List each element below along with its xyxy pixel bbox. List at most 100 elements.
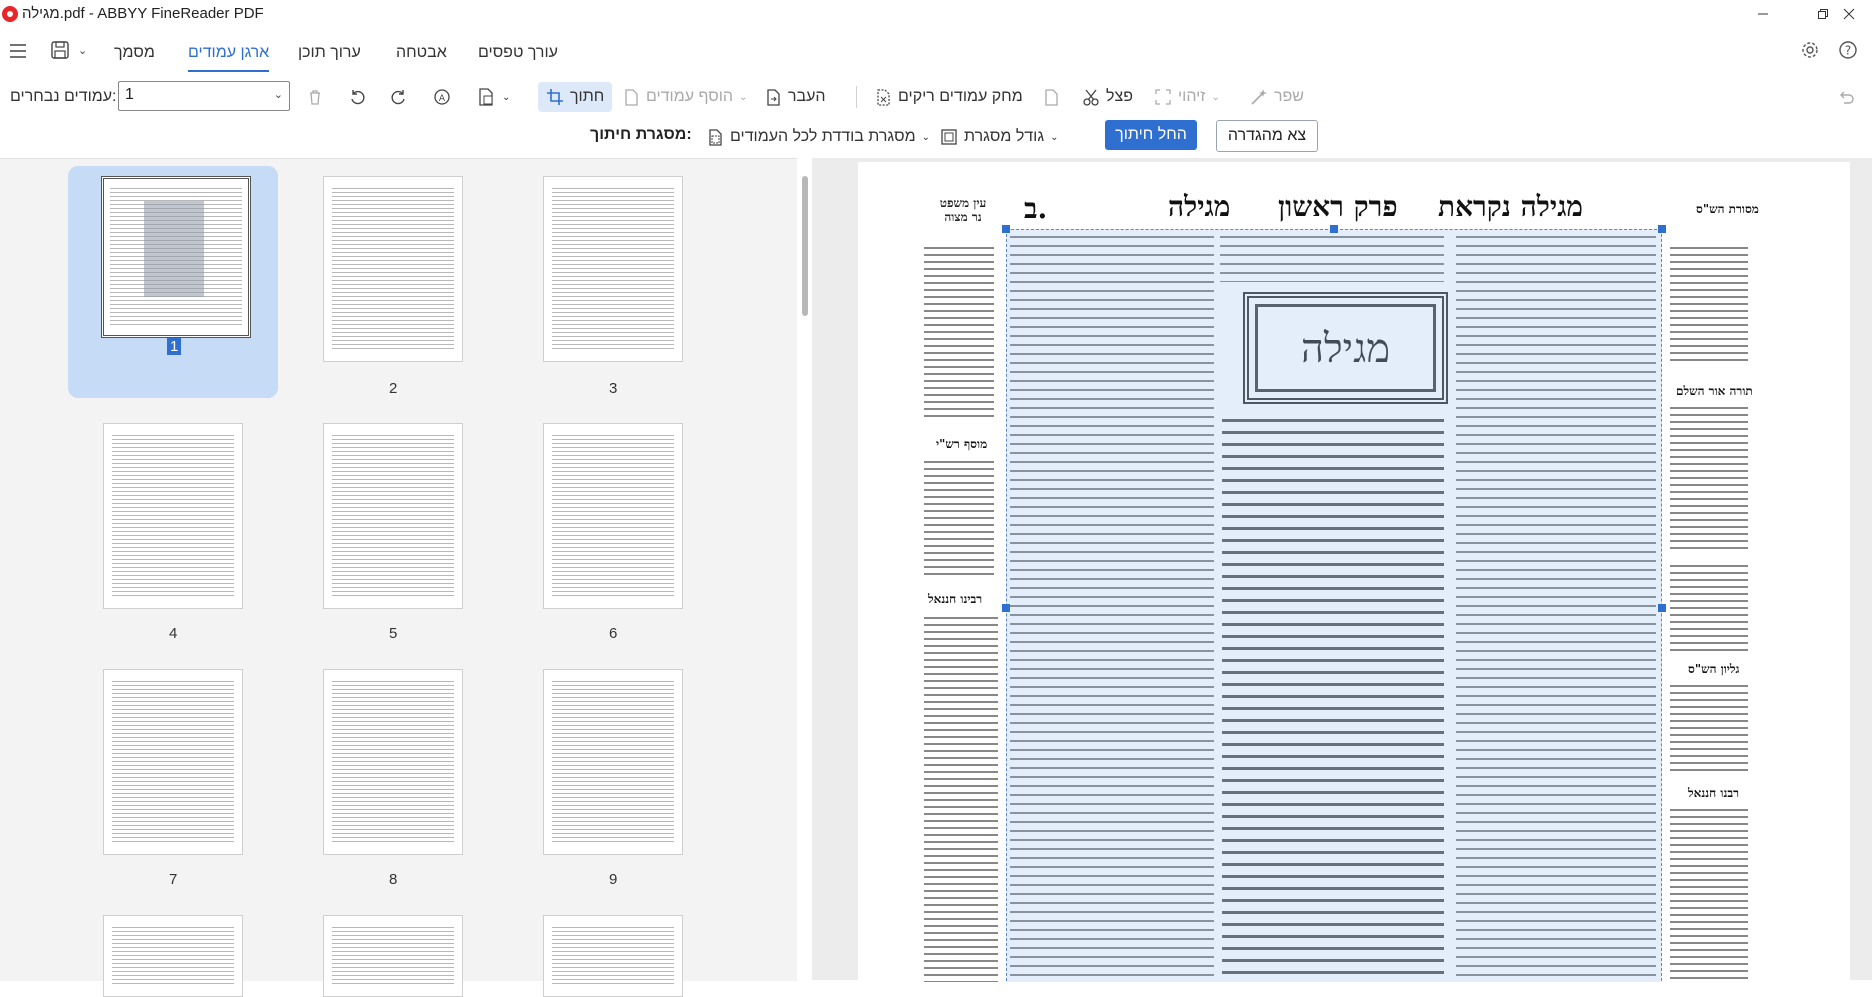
ein-mishpat-text [924, 244, 994, 420]
undo-button[interactable] [1836, 82, 1854, 112]
chevron-down-icon[interactable]: ⌄ [502, 92, 510, 103]
thumbnail-page-7[interactable]: 7 [70, 659, 280, 891]
selected-pages-combobox[interactable]: 1 ⌄ [118, 81, 290, 111]
selected-pages-label: עמודים נבחרים: [10, 88, 117, 105]
section-title: רבינו חננאל [928, 592, 983, 606]
delete-blank-pages-button[interactable]: מחק עמודים ריקים [874, 82, 1023, 112]
hamburger-menu-button[interactable] [8, 42, 28, 60]
help-button[interactable]: ? [1838, 40, 1858, 60]
crop-handle-right[interactable] [1658, 604, 1666, 612]
menu-edit-content[interactable]: ערוך תוכן [298, 44, 361, 62]
quick-access-dropdown[interactable]: ⌄ [78, 44, 87, 57]
magic-wand-icon [1251, 89, 1267, 105]
split-page-icon [1045, 89, 1058, 106]
frame-size-icon [941, 129, 957, 145]
crop-options-bar: מסגרת חיתוך: מסגרת בודדת לכל העמודים ⌄ ג… [0, 118, 1872, 158]
thumbnail-page-partial[interactable] [103, 915, 243, 997]
page-properties-button[interactable]: ⌄ [476, 82, 510, 112]
chevron-down-icon[interactable]: ⌄ [922, 132, 930, 143]
thumbnail-page-5[interactable]: 5 [290, 413, 500, 645]
header-title: מגילה נקראת [1438, 190, 1584, 223]
page-preview [101, 176, 251, 338]
window-title: מגילה.pdf - ABBYY FineReader PDF [22, 5, 264, 22]
move-button[interactable]: העבר [764, 82, 826, 112]
page-preview [323, 669, 463, 855]
help-icon: ? [1839, 41, 1857, 59]
close-icon [1843, 8, 1855, 20]
gilyon-hashas-text [1670, 682, 1748, 772]
recognize-button[interactable]: זיהוי ⌄ [1154, 82, 1220, 112]
minimize-icon [1758, 13, 1768, 15]
page-number: 7 [169, 871, 178, 888]
rotate-right-button[interactable] [390, 82, 408, 112]
save-button[interactable] [50, 40, 70, 60]
auto-rotate-button[interactable]: A [432, 82, 452, 112]
page-number: 2 [389, 380, 398, 397]
split-button[interactable]: פצל [1082, 82, 1133, 112]
improve-button[interactable]: שפר [1250, 82, 1304, 112]
crop-button[interactable]: חתוך [538, 82, 613, 112]
menu-document[interactable]: מסמך [114, 44, 155, 62]
chevron-down-icon[interactable]: ⌄ [274, 88, 283, 101]
header-megillah: מגילה [1168, 190, 1231, 223]
app-logo-icon [2, 6, 18, 22]
start-crop-button[interactable]: החל חיתוך [1105, 120, 1197, 150]
delete-page-button[interactable] [306, 82, 324, 112]
page-preview [103, 669, 243, 855]
minimize-button[interactable] [1740, 0, 1786, 28]
page-number: 6 [609, 625, 618, 642]
toolbar-divider [856, 86, 857, 108]
thumbnail-page-6[interactable]: 6 [510, 413, 720, 645]
crop-handle-top-left[interactable] [1002, 225, 1010, 233]
thumbnail-page-1[interactable]: 1 [68, 166, 278, 398]
thumbnail-page-partial[interactable] [543, 915, 683, 997]
split-document-button[interactable] [1042, 82, 1060, 112]
header-chapter: פרק ראשון [1278, 190, 1398, 223]
crop-label: חתוך [570, 88, 605, 105]
thumbnail-page-8[interactable]: 8 [290, 659, 500, 891]
thumbnails-scrollbar[interactable] [802, 176, 808, 316]
close-button[interactable] [1826, 0, 1872, 28]
thumbnail-page-3[interactable]: 3 [510, 166, 720, 398]
menu-security[interactable]: אבטחה [396, 44, 447, 62]
section-title: תורה אור השלם [1676, 384, 1753, 398]
chevron-down-icon[interactable]: ⌄ [1211, 92, 1219, 103]
frame-size-label: גודל מסגרת [964, 128, 1045, 145]
crop-handle-left[interactable] [1002, 604, 1010, 612]
frame-size-dropdown[interactable]: גודל מסגרת ⌄ [940, 122, 1058, 152]
split-label: פצל [1106, 88, 1133, 105]
frame-all-label: מסגרת בודדת לכל העמודים [730, 128, 916, 145]
crop-handle-top[interactable] [1330, 225, 1338, 233]
crop-icon [547, 89, 563, 105]
page-number: 3 [609, 380, 618, 397]
crop-frame[interactable] [1002, 225, 1666, 982]
rotate-left-button[interactable] [348, 82, 366, 112]
exit-setup-button[interactable]: צא מהגדרה [1216, 120, 1318, 152]
page-number: 5 [389, 625, 398, 642]
section-title: גליון הש"ס [1688, 662, 1740, 676]
undo-icon [1840, 91, 1854, 104]
thumbnail-page-partial[interactable] [323, 915, 463, 997]
add-pages-button[interactable]: הוסף עמודים ⌄ [622, 82, 747, 112]
add-pages-label: הוסף עמודים [646, 88, 734, 105]
menu-bar: ⌄ מסמך ארגן עמודים ערוך תוכן אבטחה עורך … [0, 28, 1872, 78]
svg-text:?: ? [1845, 44, 1851, 58]
thumbnail-page-9[interactable]: 9 [510, 659, 720, 891]
frame-all-pages-dropdown[interactable]: מסגרת בודדת לכל העמודים ⌄ [706, 122, 930, 152]
header-right-label: מסורת הש"ס [1696, 202, 1759, 216]
title-bar: מגילה.pdf - ABBYY FineReader PDF [0, 0, 1872, 28]
menu-form-editor[interactable]: עורך טפסים [478, 44, 558, 62]
chevron-down-icon[interactable]: ⌄ [1050, 132, 1058, 143]
crop-handle-top-right[interactable] [1658, 225, 1666, 233]
page-toolbar: עמודים נבחרים: 1 ⌄ A ⌄ חתוך הוסף עמודים … [0, 78, 1872, 118]
page-frame-icon [709, 129, 722, 146]
menu-organize-pages[interactable]: ארגן עמודים [188, 44, 270, 72]
thumbnail-page-4[interactable]: 4 [70, 413, 280, 645]
document-icon [479, 88, 493, 106]
chevron-down-icon[interactable]: ⌄ [739, 92, 747, 103]
scissors-icon [1083, 89, 1099, 106]
page-folio: ב. [1024, 192, 1048, 225]
trash-icon [310, 90, 320, 105]
thumbnail-page-2[interactable]: 2 [290, 166, 500, 398]
settings-button[interactable] [1800, 40, 1820, 60]
